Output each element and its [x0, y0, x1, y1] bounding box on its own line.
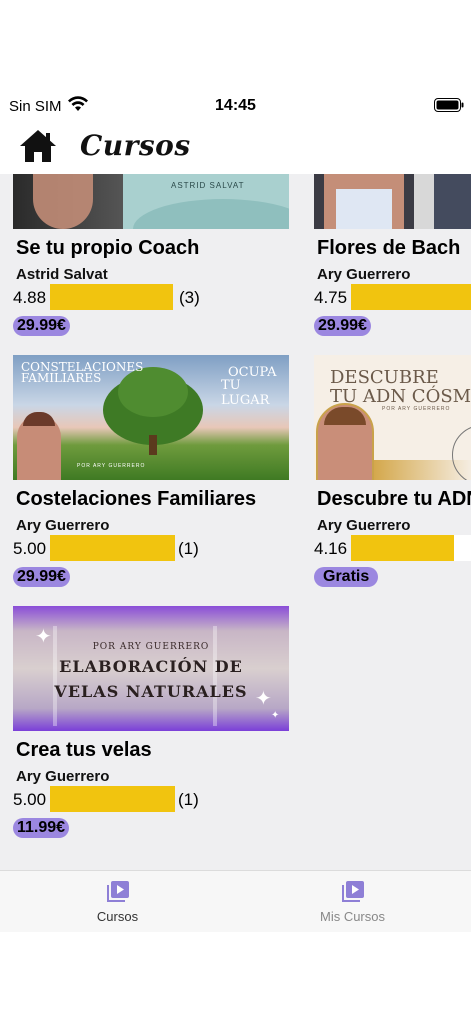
rating-row: 4.88 (3): [13, 284, 313, 310]
video-library-icon: [107, 881, 129, 902]
clock-label: 14:45: [215, 97, 256, 114]
tab-label: Cursos: [96, 909, 139, 924]
courses-grid: ASTRID SALVAT Se tu propio Coach Astrid …: [0, 174, 471, 870]
thumbnail-title: FAMILIARES: [21, 371, 102, 385]
course-title: Flores de Bach: [317, 237, 461, 259]
status-bar: Sin SIM 14:45: [0, 92, 471, 120]
course-author: Ary Guerrero: [16, 517, 110, 534]
price-badge: Gratis: [314, 567, 379, 587]
course-card[interactable]: CONSTELACIONES FAMILIARES OCUPA TU LUGAR…: [13, 355, 289, 591]
course-thumbnail: DESCUBRE TU ADN CÓSMI POR ARY GUERRERO: [314, 355, 471, 480]
tab-label: Mis Cursos: [319, 909, 385, 924]
thumbnail-title: TU LUGAR: [221, 378, 270, 408]
course-title: Descubre tu ADN Cósmico: [317, 488, 471, 510]
tab-cursos[interactable]: Cursos: [0, 871, 235, 933]
tab-bar: Cursos Mis Cursos: [0, 870, 471, 932]
home-icon[interactable]: [19, 129, 57, 163]
course-title: Costelaciones Familiares: [16, 488, 257, 510]
price-badge: 29.99€: [13, 316, 70, 336]
rating-value: 5.00: [13, 539, 47, 558]
price-badge: 29.99€: [13, 567, 70, 587]
course-title: Crea tus velas: [16, 739, 152, 761]
course-card[interactable]: ASTRID SALVAT Se tu propio Coach Astrid …: [13, 174, 289, 340]
course-card[interactable]: DESCUBRE TU ADN CÓSMI POR ARY GUERRERO D…: [314, 355, 471, 591]
rating-value: 4.16: [314, 539, 348, 558]
tab-mis-cursos[interactable]: Mis Cursos: [235, 871, 470, 933]
course-title: Se tu propio Coach: [16, 237, 200, 259]
rating-row: 4.75: [314, 284, 471, 310]
rating-row: 5.00 (1): [13, 535, 313, 561]
course-thumbnail: [314, 174, 471, 229]
course-card[interactable]: ✦ ✦ ✦ POR ARY GUERRERO ELABORACIÓN DE VE…: [13, 606, 289, 842]
rating-value: 4.75: [314, 288, 348, 307]
rating-count: (3): [179, 288, 200, 307]
rating-bar: [351, 535, 454, 561]
page-title: Cursos: [80, 129, 191, 162]
sparkle-icon: ✦: [271, 710, 280, 721]
course-thumbnail: ASTRID SALVAT: [13, 174, 289, 229]
course-author: Ary Guerrero: [317, 266, 411, 283]
thumbnail-title: VELAS NATURALES: [54, 682, 248, 701]
thumbnail-caption: ASTRID SALVAT: [171, 181, 245, 190]
course-card[interactable]: Flores de Bach Ary Guerrero 4.75 29.99€: [314, 174, 471, 340]
rating-value: 4.88: [13, 288, 47, 307]
rating-row: 5.00 (1): [13, 786, 313, 812]
rating-count: (1): [178, 790, 199, 809]
course-thumbnail: CONSTELACIONES FAMILIARES OCUPA TU LUGAR…: [13, 355, 289, 480]
course-author: Ary Guerrero: [317, 517, 411, 534]
thumbnail-caption: POR ARY GUERRERO: [382, 406, 451, 412]
rating-bar: [50, 786, 175, 812]
rating-bar-remainder: [454, 535, 471, 561]
thumbnail-title: DESCUBRE: [330, 367, 439, 388]
price-badge: 29.99€: [314, 316, 371, 336]
price-badge: 11.99€: [13, 818, 70, 838]
rating-bar: [351, 284, 471, 310]
rating-value: 5.00: [13, 790, 47, 809]
course-thumbnail: ✦ ✦ ✦ POR ARY GUERRERO ELABORACIÓN DE VE…: [13, 606, 289, 731]
thumbnail-caption: POR ARY GUERRERO: [77, 463, 146, 469]
rating-bar: [50, 535, 175, 561]
thumbnail-title: TU ADN CÓSMI: [330, 386, 471, 407]
rating-bar: [50, 284, 173, 310]
rating-row: 4.16: [314, 535, 471, 561]
course-author: Astrid Salvat: [16, 266, 108, 283]
thumbnail-caption: POR ARY GUERRERO: [92, 642, 210, 652]
navigation-bar: Cursos: [0, 120, 471, 174]
thumbnail-title: ELABORACIÓN DE: [59, 657, 243, 676]
rating-count: (1): [178, 539, 199, 558]
battery-icon: [434, 98, 464, 112]
video-library-icon: [342, 881, 364, 902]
course-author: Ary Guerrero: [16, 768, 110, 785]
